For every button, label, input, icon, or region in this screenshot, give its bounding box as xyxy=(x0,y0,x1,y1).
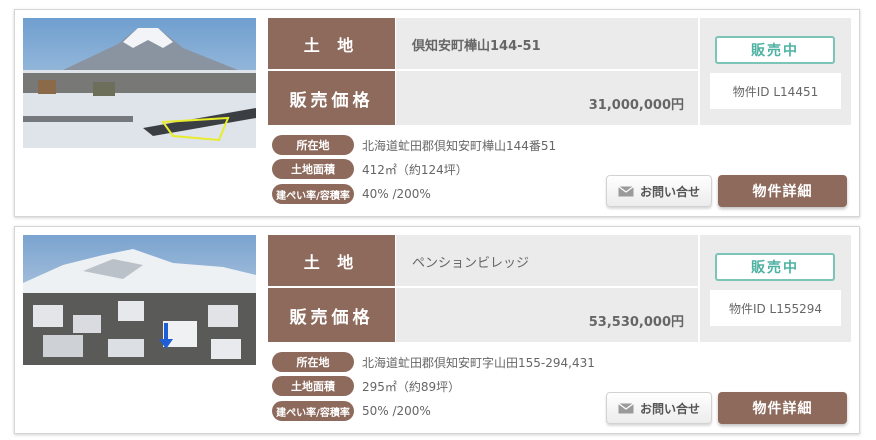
listing-card: 土 地 販売価格 倶知安町樺山144-51 31,000,000円 販売中 物件… xyxy=(14,9,860,217)
contact-button[interactable]: お問い合せ xyxy=(606,175,712,207)
info-tag: 土地面積 xyxy=(272,159,354,179)
listing-card: 土 地 販売価格 ペンションビレッジ 53,530,000円 販売中 物件ID … xyxy=(14,226,860,434)
info-row-location: 所在地 北海道虻田郡倶知安町字山田155-294,431 xyxy=(272,352,595,372)
contact-button[interactable]: お問い合せ xyxy=(606,392,712,424)
detail-button[interactable]: 物件詳細 xyxy=(718,175,847,207)
status-cell: 販売中 物件ID L14451 xyxy=(700,18,851,125)
info-row-ratio: 建ぺい率/容積率 40% /200% xyxy=(272,184,431,204)
info-row-location: 所在地 北海道虻田郡倶知安町樺山144番51 xyxy=(272,135,556,155)
category-label: 土 地 xyxy=(268,235,395,287)
info-row-area: 土地面積 295㎡（約89坪） xyxy=(272,376,460,396)
info-value: 295㎡（約89坪） xyxy=(362,379,461,394)
info-tag: 所在地 xyxy=(272,135,354,155)
address-cell: ペンションビレッジ xyxy=(396,235,698,287)
category-label: 土 地 xyxy=(268,18,395,70)
property-photo[interactable] xyxy=(23,18,256,148)
address-cell: 倶知安町樺山144-51 xyxy=(396,18,698,70)
status-badge: 販売中 xyxy=(715,253,835,281)
property-id: 物件ID L14451 xyxy=(710,73,841,109)
info-row-area: 土地面積 412㎡（約124坪） xyxy=(272,159,468,179)
contact-button-label: お問い合せ xyxy=(639,184,700,199)
info-value: 50% /200% xyxy=(362,404,431,418)
contact-button-label: お問い合せ xyxy=(639,401,700,416)
info-tag: 土地面積 xyxy=(272,376,354,396)
mail-icon xyxy=(618,185,634,197)
detail-button[interactable]: 物件詳細 xyxy=(718,392,847,424)
status-cell: 販売中 物件ID L155294 xyxy=(700,235,851,342)
status-badge: 販売中 xyxy=(715,36,835,64)
price-label: 販売価格 xyxy=(268,288,395,342)
info-row-ratio: 建ぺい率/容積率 50% /200% xyxy=(272,401,431,421)
info-tag: 所在地 xyxy=(272,352,354,372)
address-title: ペンションビレッジ xyxy=(412,256,530,271)
price-label: 販売価格 xyxy=(268,71,395,125)
property-photo[interactable] xyxy=(23,235,256,365)
property-id: 物件ID L155294 xyxy=(710,290,841,326)
price-cell: 53,530,000円 xyxy=(396,288,698,342)
info-value: 40% /200% xyxy=(362,187,431,201)
address-title: 倶知安町樺山144-51 xyxy=(412,39,541,54)
info-tag: 建ぺい率/容積率 xyxy=(272,401,354,421)
price-value: 31,000,000円 xyxy=(588,98,684,113)
info-value: 北海道虻田郡倶知安町樺山144番51 xyxy=(362,138,557,153)
mail-icon xyxy=(618,402,634,414)
price-value: 53,530,000円 xyxy=(588,315,684,330)
price-cell: 31,000,000円 xyxy=(396,71,698,125)
info-tag: 建ぺい率/容積率 xyxy=(272,184,354,204)
info-value: 北海道虻田郡倶知安町字山田155-294,431 xyxy=(362,355,595,370)
info-value: 412㎡（約124坪） xyxy=(362,162,468,177)
